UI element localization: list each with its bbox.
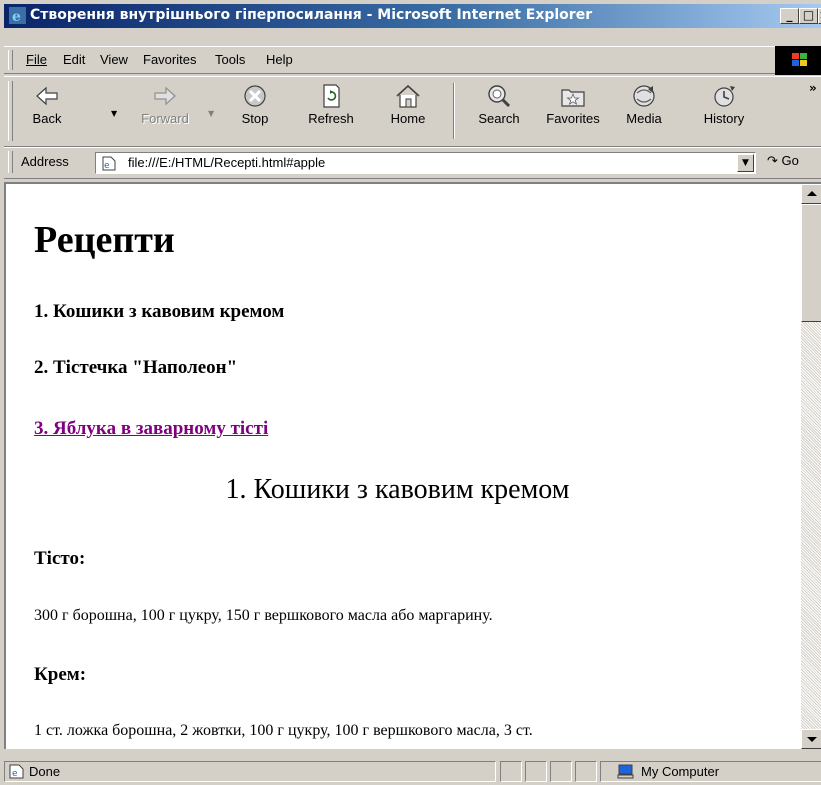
address-grip[interactable] — [8, 151, 13, 173]
forward-dropdown-icon[interactable]: ▼ — [208, 109, 214, 118]
back-button[interactable]: Back — [17, 79, 77, 141]
maximize-button[interactable]: □ — [799, 8, 818, 24]
scroll-down-icon — [807, 737, 817, 742]
stop-button[interactable]: Stop — [227, 79, 283, 141]
scroll-up-button[interactable] — [801, 184, 821, 204]
cream-text: 1 ст. ложка борошна, 2 жовтки, 100 г цук… — [34, 722, 533, 739]
status-cell-2 — [525, 761, 547, 782]
page-done-icon: e — [9, 764, 24, 779]
address-dropdown-button[interactable]: ▼ — [737, 154, 754, 172]
forward-button[interactable]: Forward — [131, 79, 199, 141]
toc-link-apples[interactable]: 3. Яблука в заварному тісті — [34, 418, 268, 440]
stop-icon — [244, 85, 266, 107]
title-bar[interactable]: e Створення внутрішнього гіперпосилання … — [4, 4, 821, 28]
search-button[interactable]: Search — [469, 79, 529, 141]
address-url: file:///E:/HTML/Recepti.html#apple — [128, 155, 326, 170]
content-area[interactable]: Рецепти 1. Кошики з кавовим кремом 2. Ті… — [4, 182, 821, 749]
status-cell-3 — [550, 761, 572, 782]
favorites-folder-icon — [561, 89, 585, 107]
home-button[interactable]: Home — [380, 79, 436, 141]
media-icon — [633, 85, 655, 107]
history-icon — [714, 86, 735, 107]
window-title: Створення внутрішнього гіперпосилання - … — [30, 7, 593, 23]
media-button[interactable]: Media — [617, 79, 671, 141]
address-input[interactable]: e file:///E:/HTML/Recepti.html#apple ▼ — [95, 152, 756, 174]
page-icon: e — [102, 156, 116, 171]
document: Рецепти 1. Кошики з кавовим кремом 2. Ті… — [6, 184, 789, 749]
scroll-up-icon — [807, 191, 817, 196]
menu-help[interactable]: Help — [266, 52, 293, 67]
toolbar-grip[interactable] — [8, 81, 13, 141]
address-label: Address — [21, 154, 69, 169]
toc-item-2: 2. Тістечка "Наполеон" — [34, 357, 238, 378]
go-button[interactable]: ↷ Go — [767, 153, 799, 169]
status-text: Done — [29, 764, 61, 779]
vertical-scrollbar[interactable] — [801, 184, 821, 749]
zone-text: My Computer — [641, 764, 720, 779]
back-dropdown-icon[interactable]: ▼ — [111, 109, 117, 118]
favorites-button[interactable]: Favorites — [537, 79, 609, 141]
scroll-thumb[interactable] — [801, 204, 821, 322]
dough-text: 300 г борошна, 100 г цукру, 150 г вершко… — [34, 607, 493, 624]
menu-edit[interactable]: Edit — [63, 52, 85, 67]
status-text-cell: e Done — [4, 761, 496, 782]
search-icon — [488, 85, 511, 108]
menu-favorites[interactable]: Favorites — [143, 52, 196, 67]
minimize-button[interactable]: _ — [780, 8, 799, 24]
svg-text:e: e — [12, 769, 18, 779]
back-arrow-icon — [36, 86, 58, 106]
page-heading: Рецепти — [34, 219, 175, 261]
svg-text:e: e — [104, 161, 110, 171]
status-cell-4 — [575, 761, 597, 782]
cream-label: Крем: — [34, 664, 87, 685]
menu-tools[interactable]: Tools — [215, 52, 245, 67]
menu-view[interactable]: View — [100, 52, 128, 67]
refresh-icon — [323, 84, 340, 108]
toc-item-1: 1. Кошики з кавовим кремом — [34, 301, 285, 322]
ie-window: e Створення внутрішнього гіперпосилання … — [0, 0, 821, 784]
windows-flag-icon — [792, 53, 807, 66]
status-zone-cell: My Computer — [600, 761, 821, 782]
status-bar: e Done My Computer — [4, 758, 821, 785]
section-title: 1. Кошики з кавовим кремом — [225, 474, 570, 505]
refresh-button[interactable]: Refresh — [298, 79, 364, 141]
go-label: Go — [781, 153, 799, 168]
my-computer-icon — [617, 764, 634, 779]
forward-arrow-icon — [154, 86, 176, 106]
windows-logo — [775, 46, 821, 75]
dough-label: Тісто: — [34, 548, 86, 569]
scroll-down-button[interactable] — [801, 729, 821, 749]
ie-logo-icon: e — [9, 7, 26, 24]
svg-text:e: e — [12, 9, 21, 24]
home-icon — [396, 84, 420, 108]
go-arrow-icon: ↷ — [767, 153, 778, 168]
toolbar-more-icon[interactable]: » — [809, 81, 817, 95]
menu-grip[interactable] — [8, 50, 13, 70]
status-cell-progress — [500, 761, 522, 782]
toolbar-separator — [453, 83, 455, 139]
history-button[interactable]: History — [694, 79, 754, 141]
menu-file[interactable]: File — [26, 52, 47, 67]
